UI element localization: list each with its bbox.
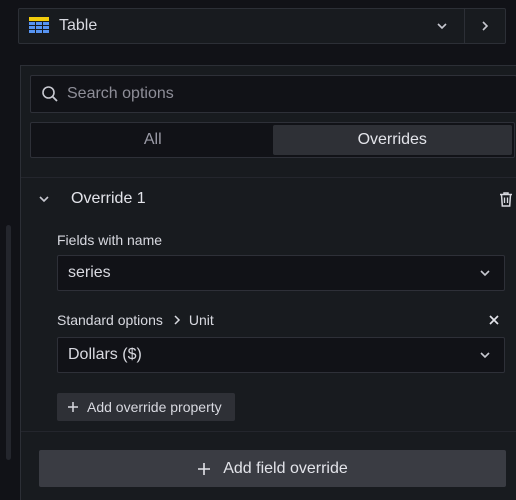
trash-icon[interactable] bbox=[497, 190, 515, 208]
plus-icon bbox=[197, 462, 211, 476]
search-icon bbox=[41, 85, 59, 103]
options-pane: All Overrides Override 1 Fields with nam… bbox=[20, 65, 516, 500]
options-mode-tabs: All Overrides bbox=[30, 122, 515, 158]
chevron-right-icon bbox=[477, 18, 493, 34]
visualization-name: Table bbox=[59, 17, 98, 34]
divider bbox=[21, 177, 516, 178]
add-field-override-button[interactable]: Add field override bbox=[39, 450, 506, 487]
override-title: Override 1 bbox=[71, 190, 146, 207]
override-header[interactable]: Override 1 bbox=[21, 184, 516, 214]
matcher-label: Fields with name bbox=[57, 232, 163, 248]
visualization-expand-button[interactable] bbox=[465, 9, 505, 43]
close-icon[interactable] bbox=[487, 313, 501, 327]
search-input[interactable] bbox=[65, 84, 516, 104]
visualization-picker[interactable]: Table bbox=[18, 8, 506, 44]
chevron-down-icon[interactable] bbox=[37, 192, 51, 206]
visualization-select[interactable]: Table bbox=[19, 9, 465, 43]
divider bbox=[21, 431, 516, 432]
property-breadcrumb: Standard options Unit bbox=[57, 310, 505, 330]
field-name-select[interactable]: series bbox=[57, 255, 505, 291]
chevron-down-icon bbox=[478, 348, 492, 362]
chevron-right-icon bbox=[171, 314, 183, 326]
plus-icon bbox=[67, 401, 79, 413]
add-field-override-label: Add field override bbox=[223, 459, 348, 477]
tab-overrides[interactable]: Overrides bbox=[272, 125, 512, 155]
property-name: Unit bbox=[188, 312, 214, 328]
add-override-property-button[interactable]: Add override property bbox=[57, 393, 235, 421]
chevron-down-icon bbox=[478, 266, 492, 280]
search-box[interactable] bbox=[30, 75, 516, 113]
property-category: Standard options bbox=[57, 312, 163, 328]
add-override-property-label: Add override property bbox=[87, 399, 222, 415]
tab-all[interactable]: All bbox=[33, 125, 273, 155]
table-icon bbox=[29, 17, 49, 35]
unit-select[interactable]: Dollars ($) bbox=[57, 337, 505, 373]
chevron-down-icon bbox=[434, 18, 450, 34]
unit-value: Dollars ($) bbox=[68, 346, 142, 363]
left-scrollbar[interactable] bbox=[6, 225, 11, 460]
field-name-value: series bbox=[68, 264, 111, 281]
